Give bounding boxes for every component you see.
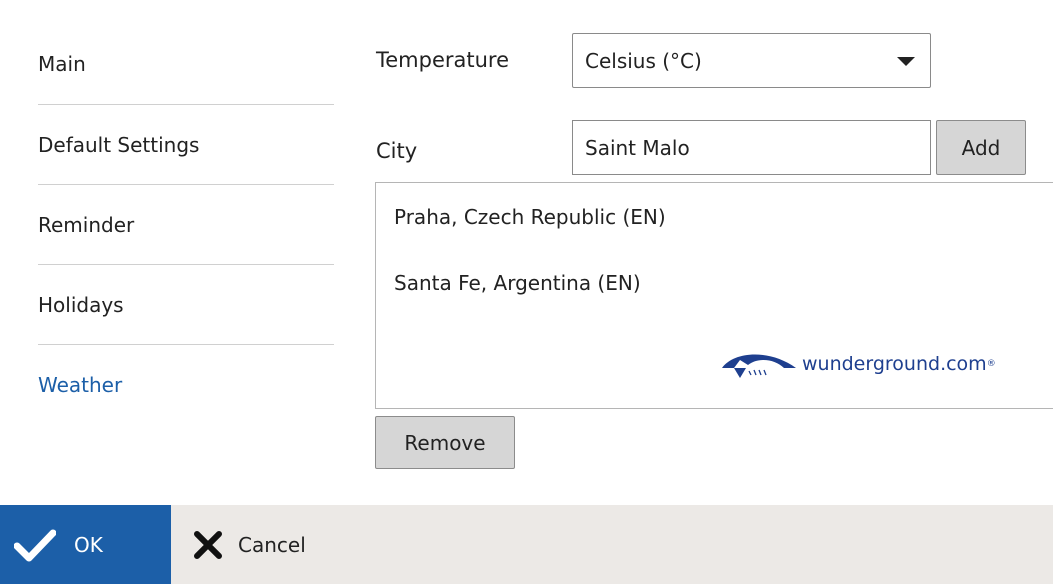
sidebar-item-reminder[interactable]: Reminder <box>38 185 334 265</box>
sidebar-item-weather[interactable]: Weather <box>38 345 334 425</box>
close-icon <box>194 530 222 559</box>
ok-button[interactable]: OK <box>0 505 171 584</box>
temperature-select[interactable]: Celsius (°C) <box>572 33 931 88</box>
city-label: City <box>376 139 418 163</box>
temperature-label: Temperature <box>376 48 510 72</box>
remove-button[interactable]: Remove <box>375 416 515 469</box>
wunderground-logo: wunderground.com ® <box>720 348 996 380</box>
sidebar-item-default-settings[interactable]: Default Settings <box>38 105 334 185</box>
settings-sidebar: Main Default Settings Reminder Holidays … <box>38 24 334 425</box>
add-button[interactable]: Add <box>936 120 1026 175</box>
sidebar-item-holidays[interactable]: Holidays <box>38 265 334 345</box>
ok-button-label: OK <box>74 532 103 557</box>
temperature-select-value: Celsius (°C) <box>585 48 702 73</box>
city-list-item[interactable]: Praha, Czech Republic (EN) <box>394 205 666 229</box>
dialog-footer: OK Cancel <box>0 505 1053 584</box>
chevron-down-icon <box>897 57 915 66</box>
city-input[interactable] <box>572 120 931 175</box>
city-list-item[interactable]: Santa Fe, Argentina (EN) <box>394 271 641 295</box>
city-list[interactable]: Praha, Czech Republic (EN) Santa Fe, Arg… <box>375 182 1053 409</box>
wunderground-logo-icon <box>722 354 796 378</box>
provider-name: wunderground.com <box>802 353 987 375</box>
provider-registered-mark: ® <box>986 359 996 369</box>
cancel-button[interactable]: Cancel <box>171 505 371 584</box>
checkmark-icon <box>14 529 56 561</box>
sidebar-item-main[interactable]: Main <box>38 24 334 105</box>
cancel-button-label: Cancel <box>238 532 306 557</box>
